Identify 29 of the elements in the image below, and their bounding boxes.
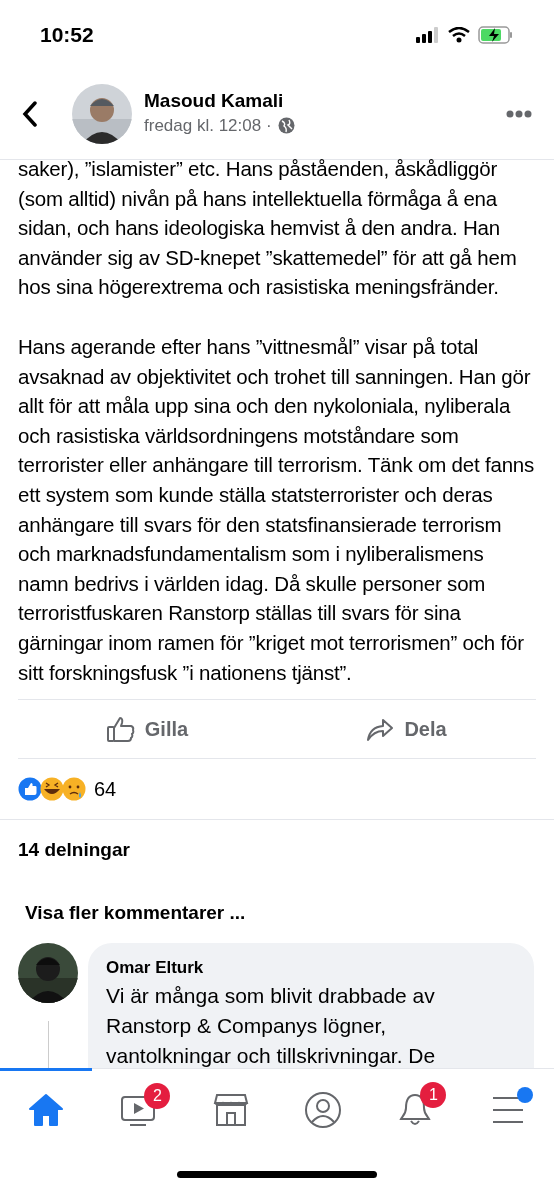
share-icon — [366, 716, 395, 743]
reaction-icons — [18, 777, 88, 802]
nav-tab[interactable]: 1 — [369, 1068, 462, 1148]
status-time: 10:52 — [40, 22, 94, 49]
back-icon[interactable] — [22, 100, 38, 127]
post-paragraph: Hans agerande efter hans ”vittnesmål” visar på total avsaknad av objektivitet och trohet till sanningen. Han gör allt för att måla upp sina och den nykoloniala, nyliberala och rasistiska världsordningens motståndare som terrorister eller anhängare till terrorism. Tänk om det fanns ett system som kunde ställa statsterrorister och deras anhängare till svars för den statsfinansierade terrorism och marknadsfundamentalism som i nyliberalismens namn bedrivs i världen idag. Då skulle personer som terroristfuskaren Ranstorp ställas till svars för sina gärningar inom ramen för ”kriget mot terrorismen” och för sitt forskningsfusk ”i nationens tjänst”. — [18, 333, 536, 686]
commenter-name[interactable]: Omar Elturk — [106, 955, 516, 981]
share-button[interactable]: Dela — [277, 700, 536, 759]
globe-icon — [277, 117, 295, 134]
more-icon[interactable] — [506, 109, 532, 118]
battery-icon — [478, 26, 514, 44]
reaction-count[interactable]: 64 — [94, 774, 117, 805]
thumbs-up-icon — [106, 715, 135, 744]
like-button[interactable]: Gilla — [18, 700, 277, 759]
more-comments-link[interactable]: Visa fler kommentarer ... — [25, 898, 529, 928]
share-count[interactable]: 14 delningar — [18, 836, 536, 865]
nav-tab[interactable]: 2 — [92, 1068, 185, 1148]
post-time: fredag kl. 12:08 · — [144, 114, 272, 137]
store-icon — [212, 1092, 249, 1127]
signal-icon — [416, 27, 440, 43]
comment-text: Vi är många som blivit drabbade av Ranstorp & Companys lögner, vantolkningar och tillskrivningar. De — [106, 982, 437, 1069]
wifi-icon — [448, 27, 470, 43]
post-paragraph: saker), ”islamister” etc. Hans påståenden, åskådliggör (som alltid) nivån på hans intellektuella förmåga å ena sidan, och hans ideologiska hemvist å den andra. Han använder sig av SD-knepet ”skattemedel” för att gå hem hos sina högerextrema och rasistiska meningsfränder. — [18, 156, 518, 301]
home-icon — [28, 1092, 65, 1127]
notification-badge: 2 — [144, 1082, 171, 1109]
profile-icon — [304, 1090, 343, 1129]
menu-icon — [490, 1094, 525, 1125]
notification-badge: 1 — [420, 1081, 447, 1108]
author-name[interactable]: Masoud Kamali — [144, 88, 506, 113]
